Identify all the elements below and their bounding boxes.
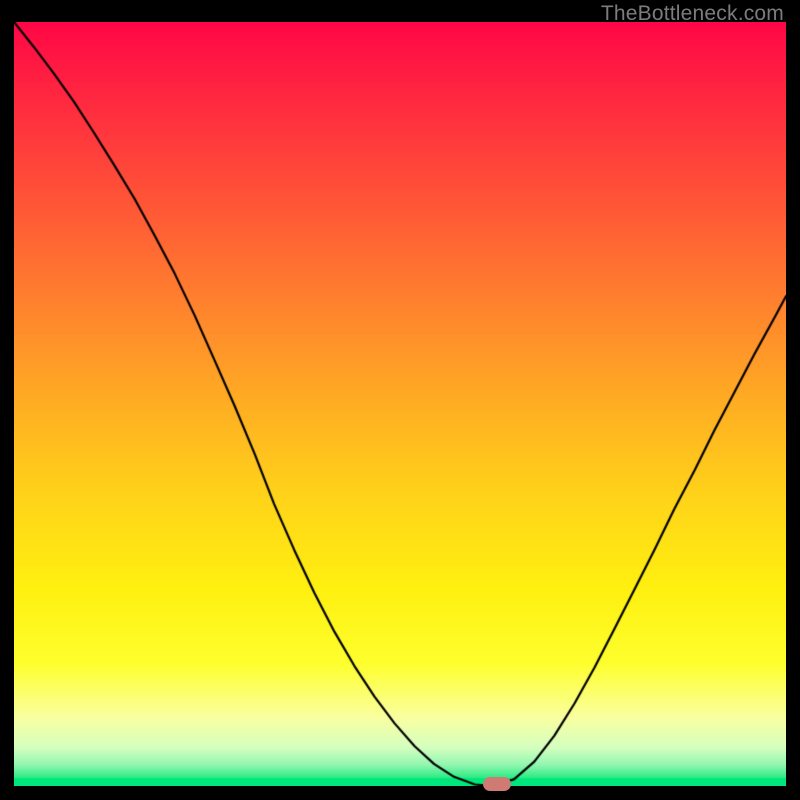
watermark-text: TheBottleneck.com [601,2,784,26]
chart-canvas [14,22,786,786]
chart-frame [14,0,786,786]
optimum-marker [483,777,511,791]
plot-area [14,22,786,786]
